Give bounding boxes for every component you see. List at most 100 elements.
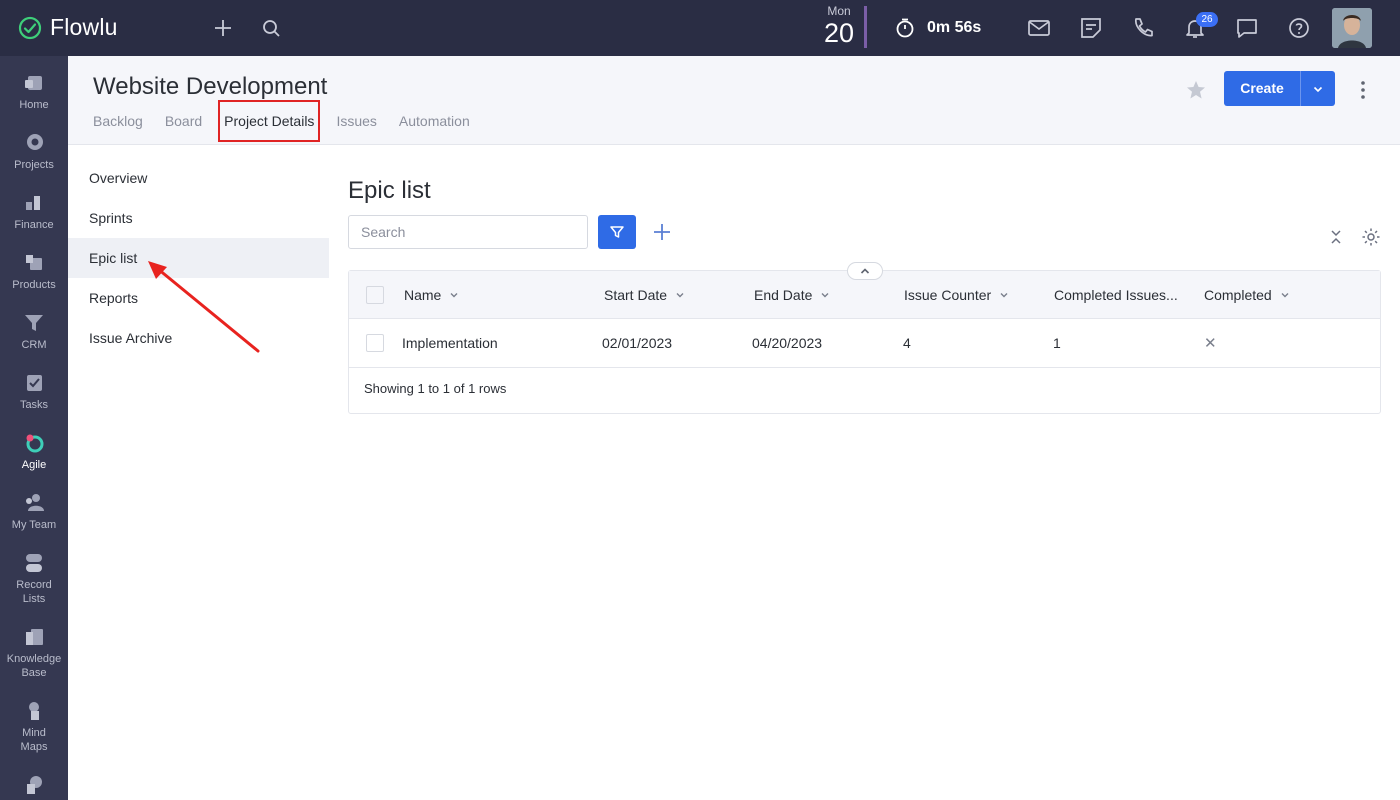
filter-button[interactable] bbox=[598, 215, 636, 249]
notes-icon[interactable] bbox=[1078, 15, 1104, 41]
sidebar-item-label: Projects bbox=[14, 159, 54, 171]
chevron-down-icon bbox=[1281, 293, 1289, 298]
subnav-item-overview[interactable]: Overview bbox=[68, 158, 329, 198]
sidebar-item-agile[interactable]: Agile bbox=[0, 432, 68, 472]
add-icon[interactable] bbox=[211, 16, 235, 40]
sidebar-item-products[interactable]: Products bbox=[0, 252, 68, 292]
divider bbox=[864, 6, 867, 48]
app-name: Flowlu bbox=[50, 14, 118, 40]
tab-backlog[interactable]: Backlog bbox=[93, 112, 143, 140]
sidebar-item-mind-maps[interactable]: Mind Maps bbox=[0, 700, 68, 754]
collapse-icon[interactable] bbox=[1325, 226, 1347, 248]
page-title: Website Development bbox=[93, 73, 328, 100]
agile-icon bbox=[26, 434, 44, 453]
sidebar-item-label: Home bbox=[19, 99, 49, 111]
sidebar-item-label: Agile bbox=[21, 459, 47, 471]
sidebar-item-my-team[interactable]: My Team bbox=[0, 492, 68, 532]
sidebar-item-tasks[interactable]: Tasks bbox=[0, 372, 68, 412]
tab-issues[interactable]: Issues bbox=[336, 112, 376, 140]
star-icon[interactable] bbox=[1184, 78, 1208, 102]
sidebar-item-record-lists[interactable]: Record Lists bbox=[0, 552, 68, 606]
tab-board[interactable]: Board bbox=[165, 112, 202, 140]
column-label: End Date bbox=[754, 287, 813, 303]
sidebar-item-label: CRM bbox=[21, 339, 47, 351]
column-label: Issue Counter bbox=[904, 287, 992, 303]
add-epic-icon[interactable] bbox=[650, 220, 674, 244]
gear-icon[interactable] bbox=[1360, 226, 1382, 248]
tab-project-details[interactable]: Project Details bbox=[218, 100, 321, 142]
project-tabs: Backlog Board Project Details Issues Aut… bbox=[93, 100, 492, 142]
chevron-down-icon bbox=[450, 293, 458, 298]
sidebar-item-home[interactable]: Home bbox=[0, 72, 68, 112]
column-header-name[interactable]: Name bbox=[404, 271, 459, 319]
record-lists-icon bbox=[26, 554, 42, 572]
cell-end-date: 04/20/2023 bbox=[752, 335, 823, 351]
tab-automation[interactable]: Automation bbox=[399, 112, 470, 140]
sidebar-item-finance[interactable]: Finance bbox=[0, 192, 68, 232]
date-widget[interactable]: Mon 20 bbox=[818, 4, 860, 48]
stopwatch-icon bbox=[896, 18, 914, 38]
mail-icon[interactable] bbox=[1026, 15, 1052, 41]
column-header-end-date[interactable]: End Date bbox=[754, 271, 830, 319]
column-label: Completed bbox=[1204, 287, 1272, 303]
top-bar: Flowlu Mon 20 0m 56s 26 bbox=[0, 0, 1400, 56]
crm-icon bbox=[25, 315, 43, 331]
app-logo[interactable]: Flowlu bbox=[18, 14, 118, 41]
search-input[interactable] bbox=[348, 215, 588, 249]
more-options-icon[interactable] bbox=[1351, 78, 1375, 102]
date-number: 20 bbox=[823, 18, 855, 48]
date-day: Mon bbox=[827, 4, 851, 18]
column-label: Name bbox=[404, 287, 442, 303]
list-toolbar bbox=[348, 215, 1382, 249]
select-all-checkbox[interactable] bbox=[366, 286, 384, 304]
sidebar-item-crm[interactable]: CRM bbox=[0, 312, 68, 352]
row-checkbox[interactable] bbox=[366, 334, 384, 352]
epic-table: Name Start Date End Date Issue Counter C… bbox=[348, 262, 1381, 414]
chat-icon[interactable] bbox=[1234, 15, 1260, 41]
search-icon[interactable] bbox=[259, 16, 283, 40]
subnav-item-sprints[interactable]: Sprints bbox=[68, 198, 329, 238]
products-icon bbox=[26, 255, 42, 270]
annotation-arrow bbox=[148, 261, 260, 353]
sidebar-item-label: Knowledge Base bbox=[6, 653, 62, 679]
chevron-down-icon bbox=[676, 293, 684, 298]
projects-icon bbox=[27, 134, 43, 150]
chevron-down-icon bbox=[821, 293, 829, 298]
tasks-icon bbox=[27, 375, 42, 391]
create-dropdown-toggle[interactable] bbox=[1301, 71, 1335, 106]
sidebar-item-more[interactable] bbox=[0, 774, 68, 800]
filter-icon bbox=[610, 226, 624, 238]
column-header-issue-counter[interactable]: Issue Counter bbox=[904, 271, 1009, 319]
sidebar-item-knowledge-base[interactable]: Knowledge Base bbox=[0, 626, 68, 680]
epic-list-panel: Epic list Name Start Date bbox=[348, 170, 1382, 414]
timer-text: 0m 56s bbox=[927, 19, 982, 36]
column-header-completed-issues[interactable]: Completed Issues... bbox=[1054, 271, 1178, 319]
cell-start-date: 02/01/2023 bbox=[602, 335, 673, 351]
mind-maps-icon bbox=[29, 702, 39, 720]
column-label: Start Date bbox=[604, 287, 668, 303]
knowledge-base-icon bbox=[26, 629, 43, 645]
user-avatar[interactable] bbox=[1332, 8, 1372, 48]
time-tracker[interactable]: 0m 56s bbox=[893, 16, 981, 40]
cell-issue-counter: 4 bbox=[903, 335, 911, 351]
table-row[interactable]: Implementation 02/01/2023 04/20/2023 4 1… bbox=[349, 319, 1380, 368]
section-title: Epic list bbox=[348, 177, 431, 204]
pagination-info: Showing 1 to 1 of 1 rows bbox=[364, 381, 507, 396]
column-header-completed[interactable]: Completed bbox=[1204, 271, 1290, 319]
sidebar-item-label: Products bbox=[12, 279, 56, 291]
create-button-label: Create bbox=[1240, 80, 1284, 96]
column-label: Completed Issues... bbox=[1054, 287, 1178, 303]
column-header-start-date[interactable]: Start Date bbox=[604, 271, 685, 319]
cell-name[interactable]: Implementation bbox=[402, 319, 498, 368]
page-header: Website Development Backlog Board Projec… bbox=[68, 56, 1400, 145]
cell-completed-issues: 1 bbox=[1053, 335, 1061, 351]
create-button[interactable]: Create bbox=[1224, 71, 1335, 106]
collapse-filters-toggle[interactable] bbox=[847, 262, 883, 280]
phone-icon[interactable] bbox=[1130, 15, 1156, 41]
cell-completed-x-icon: ✕ bbox=[1204, 335, 1217, 352]
chevron-up-icon bbox=[860, 268, 870, 274]
sidebar-item-projects[interactable]: Projects bbox=[0, 132, 68, 172]
sidebar-item-label: Finance bbox=[14, 219, 54, 231]
help-icon[interactable] bbox=[1286, 15, 1312, 41]
flowlu-logo-icon bbox=[18, 16, 42, 39]
